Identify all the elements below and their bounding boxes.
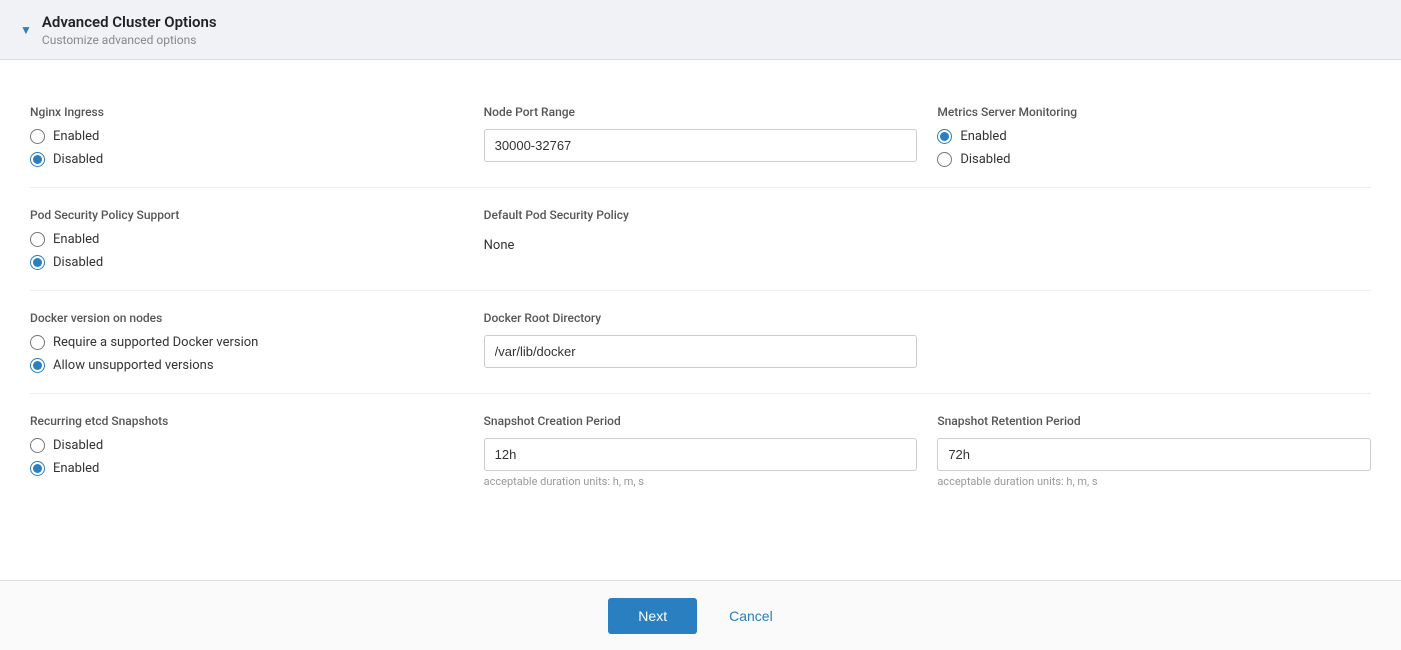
pod-security-disabled-option[interactable]: Disabled [30,255,464,270]
snapshot-creation-label: Snapshot Creation Period [484,414,918,428]
etcd-enabled-option[interactable]: Enabled [30,461,464,476]
docker-require-option[interactable]: Require a supported Docker version [30,335,464,350]
snapshot-retention-hint: acceptable duration units: h, m, s [937,475,1371,488]
etcd-enabled-label: Enabled [53,461,99,476]
nginx-ingress-group: Nginx Ingress Enabled Disabled [30,105,464,167]
section-header: ▼ Advanced Cluster Options Customize adv… [0,0,1401,60]
metrics-server-disabled-radio[interactable] [937,152,952,167]
section-subtitle: Customize advanced options [42,33,217,47]
snapshot-creation-hint: acceptable duration units: h, m, s [484,475,918,488]
docker-version-radio-group: Require a supported Docker version Allow… [30,335,464,373]
section-title: Advanced Cluster Options [42,13,217,31]
etcd-disabled-option[interactable]: Disabled [30,438,464,453]
docker-version-group: Docker version on nodes Require a suppor… [30,311,464,373]
metrics-server-disabled-label: Disabled [960,152,1010,167]
metrics-server-enabled-label: Enabled [960,129,1006,144]
snapshot-retention-group: Snapshot Retention Period acceptable dur… [937,414,1371,488]
docker-allow-option[interactable]: Allow unsupported versions [30,358,464,373]
metrics-server-radio-group: Enabled Disabled [937,129,1371,167]
recurring-etcd-label: Recurring etcd Snapshots [30,414,464,428]
default-pod-security-group: Default Pod Security Policy None [484,208,918,270]
row-1: Nginx Ingress Enabled Disabled Node Port… [30,85,1371,188]
row-3: Docker version on nodes Require a suppor… [30,291,1371,394]
metrics-server-disabled-option[interactable]: Disabled [937,152,1371,167]
snapshot-retention-label: Snapshot Retention Period [937,414,1371,428]
docker-root-dir-label: Docker Root Directory [484,311,918,325]
node-port-range-input[interactable] [484,129,918,162]
docker-allow-label: Allow unsupported versions [53,358,214,373]
row3-col3-empty [937,311,1371,373]
next-button[interactable]: Next [608,598,697,634]
metrics-server-enabled-option[interactable]: Enabled [937,129,1371,144]
nginx-ingress-enabled-label: Enabled [53,129,99,144]
pod-security-radio-group: Enabled Disabled [30,232,464,270]
docker-allow-radio[interactable] [30,358,45,373]
pod-security-disabled-label: Disabled [53,255,103,270]
pod-security-policy-label: Pod Security Policy Support [30,208,464,222]
snapshot-creation-input[interactable] [484,438,918,471]
default-pod-security-value: None [484,232,918,253]
pod-security-disabled-radio[interactable] [30,255,45,270]
recurring-etcd-group: Recurring etcd Snapshots Disabled Enable… [30,414,464,488]
docker-require-radio[interactable] [30,335,45,350]
footer: Next Cancel [0,580,1401,650]
nginx-ingress-disabled-radio[interactable] [30,152,45,167]
row2-col3-empty [937,208,1371,270]
content-area: Nginx Ingress Enabled Disabled Node Port… [0,60,1401,580]
nginx-ingress-enabled-radio[interactable] [30,129,45,144]
etcd-enabled-radio[interactable] [30,461,45,476]
cancel-button[interactable]: Cancel [709,598,793,634]
nginx-ingress-enabled-option[interactable]: Enabled [30,129,464,144]
node-port-range-group: Node Port Range [484,105,918,167]
row-2: Pod Security Policy Support Enabled Disa… [30,188,1371,291]
pod-security-policy-group: Pod Security Policy Support Enabled Disa… [30,208,464,270]
nginx-ingress-disabled-label: Disabled [53,152,103,167]
snapshot-creation-group: Snapshot Creation Period acceptable dura… [484,414,918,488]
metrics-server-group: Metrics Server Monitoring Enabled Disabl… [937,105,1371,167]
metrics-server-label: Metrics Server Monitoring [937,105,1371,119]
nginx-ingress-label: Nginx Ingress [30,105,464,119]
pod-security-enabled-option[interactable]: Enabled [30,232,464,247]
docker-root-dir-input[interactable] [484,335,918,368]
node-port-range-label: Node Port Range [484,105,918,119]
docker-version-label: Docker version on nodes [30,311,464,325]
row-4: Recurring etcd Snapshots Disabled Enable… [30,394,1371,508]
section-header-text: Advanced Cluster Options Customize advan… [42,13,217,47]
etcd-disabled-label: Disabled [53,438,103,453]
nginx-ingress-radio-group: Enabled Disabled [30,129,464,167]
pod-security-enabled-radio[interactable] [30,232,45,247]
pod-security-enabled-label: Enabled [53,232,99,247]
page-wrapper: ▼ Advanced Cluster Options Customize adv… [0,0,1401,650]
etcd-disabled-radio[interactable] [30,438,45,453]
nginx-ingress-disabled-option[interactable]: Disabled [30,152,464,167]
snapshot-retention-input[interactable] [937,438,1371,471]
chevron-down-icon: ▼ [20,23,32,37]
docker-root-dir-group: Docker Root Directory [484,311,918,373]
recurring-etcd-radio-group: Disabled Enabled [30,438,464,476]
default-pod-security-label: Default Pod Security Policy [484,208,918,222]
docker-require-label: Require a supported Docker version [53,335,258,350]
metrics-server-enabled-radio[interactable] [937,129,952,144]
